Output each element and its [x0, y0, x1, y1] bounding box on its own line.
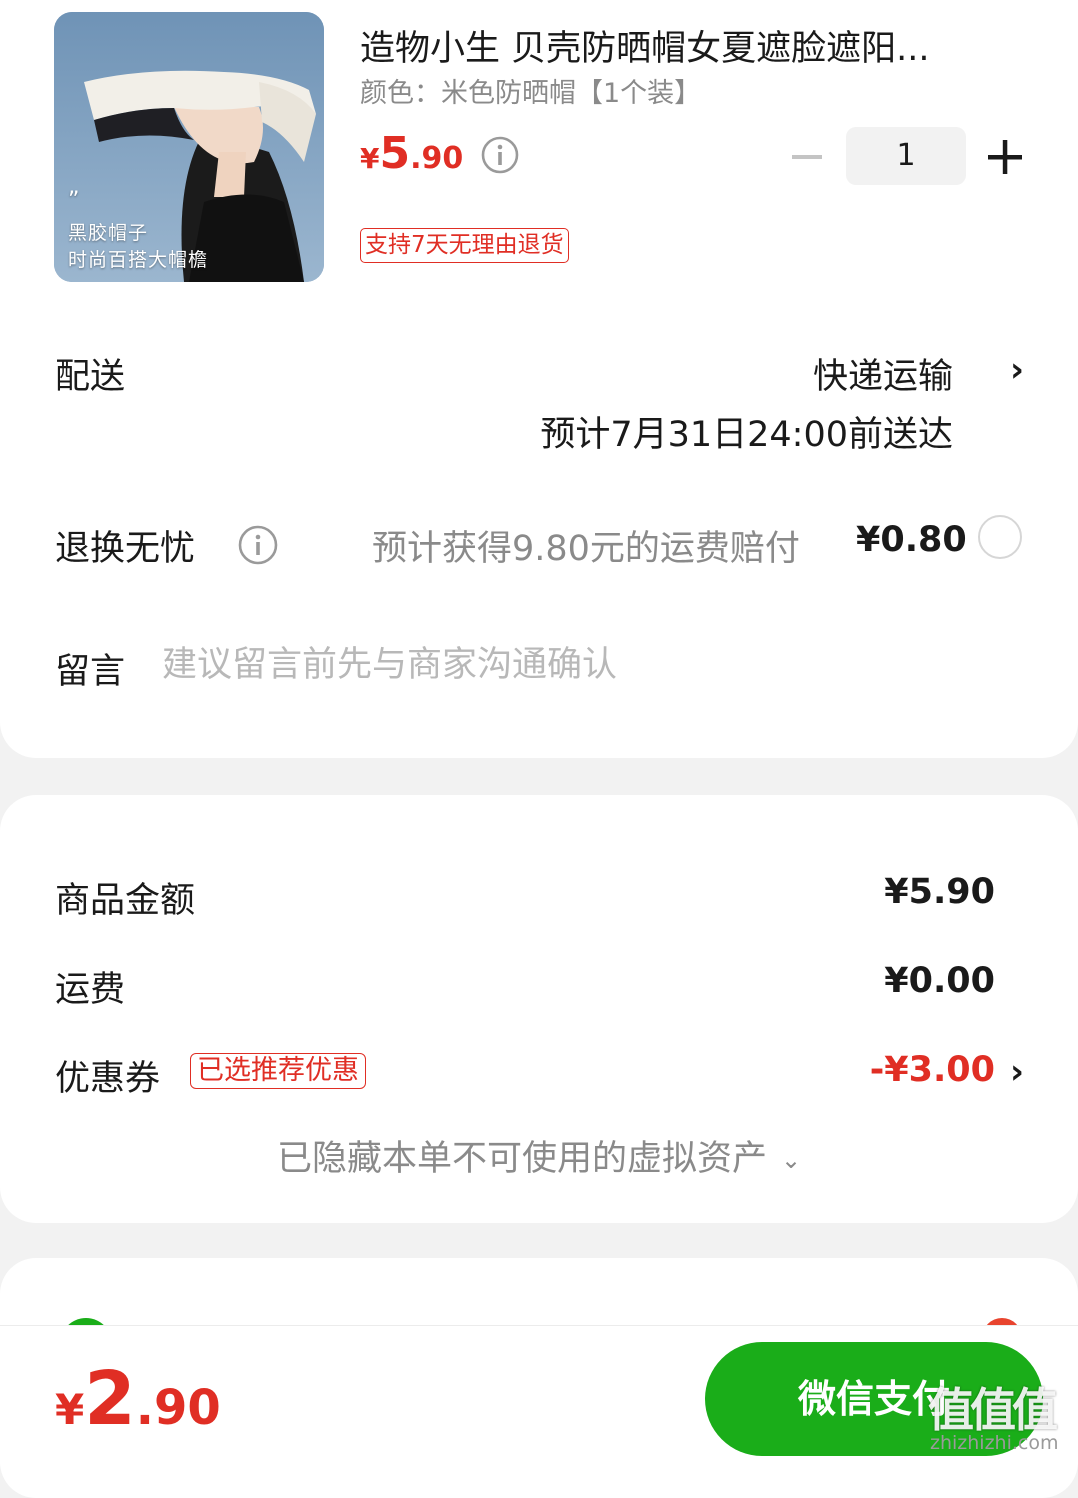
price-integer: 5 — [379, 128, 411, 179]
quantity-field[interactable]: 1 — [846, 127, 966, 185]
delivery-label: 配送 — [55, 357, 126, 397]
info-icon[interactable] — [480, 135, 520, 179]
thumb-caption-2: 时尚百搭大帽檐 — [68, 249, 209, 271]
thumb-quote-mark: ” — [68, 188, 81, 213]
goods-amount-value: ¥5.90 — [884, 872, 995, 912]
radio-icon[interactable] — [978, 515, 1022, 559]
return-insurance-price: ¥0.80 — [856, 520, 967, 560]
watermark-glyphs: 值值值 — [928, 1383, 1058, 1437]
chevron-right-icon[interactable]: › — [1010, 350, 1024, 390]
thumb-caption-1: 黑胶帽子 — [68, 222, 149, 244]
price-currency: ¥ — [360, 142, 380, 175]
chevron-down-icon: ⌄ — [780, 1146, 802, 1174]
plus-icon[interactable] — [986, 138, 1024, 176]
note-input[interactable] — [162, 640, 962, 690]
return-insurance-description: 预计获得9.80元的运费赔付 — [372, 529, 800, 569]
info-icon[interactable] — [237, 524, 279, 570]
watermark-logo: 值值值 zhizhizhi.com — [928, 1374, 1073, 1458]
shipping-fee-value: ¥0.00 — [884, 961, 995, 1001]
hidden-assets-text: 已隐藏本单不可使用的虚拟资产 — [276, 1139, 767, 1179]
total-currency: ¥ — [55, 1385, 85, 1434]
coupon-selected-badge[interactable]: 已选推荐优惠 — [190, 1053, 366, 1089]
watermark-url: zhizhizhi.com — [930, 1432, 1059, 1454]
chevron-right-icon[interactable]: › — [1010, 1052, 1024, 1092]
return-policy-badge: 支持7天无理由退货 — [360, 228, 569, 263]
coupon-label: 优惠券 — [55, 1059, 161, 1099]
delivery-eta: 预计7月31日24:00前送达 — [540, 415, 953, 455]
product-variant[interactable]: 颜色：米色防晒帽【1个装】 — [360, 71, 701, 110]
product-title[interactable]: 造物小生 贝壳防晒帽女夏遮脸遮阳... — [360, 20, 1000, 71]
note-label: 留言 — [55, 652, 126, 692]
total-decimal: .90 — [135, 1380, 221, 1436]
goods-amount-label: 商品金额 — [55, 881, 196, 921]
shipping-fee-label: 运费 — [55, 970, 126, 1010]
return-insurance-label: 退换无忧 — [55, 529, 196, 569]
total-integer: 2 — [84, 1356, 136, 1442]
price-decimal: .90 — [410, 141, 464, 176]
minus-icon[interactable] — [790, 140, 824, 174]
hidden-assets-toggle[interactable]: 已隐藏本单不可使用的虚拟资产 ⌄ — [0, 1130, 1078, 1181]
total-price: ¥2.90 — [55, 1356, 221, 1442]
product-image[interactable]: ” 黑胶帽子 时尚百搭大帽檐 — [54, 12, 324, 282]
delivery-method[interactable]: 快递运输 — [813, 348, 953, 399]
product-price: ¥5.90 — [360, 128, 463, 179]
coupon-discount-value[interactable]: -¥3.00 — [870, 1050, 995, 1090]
